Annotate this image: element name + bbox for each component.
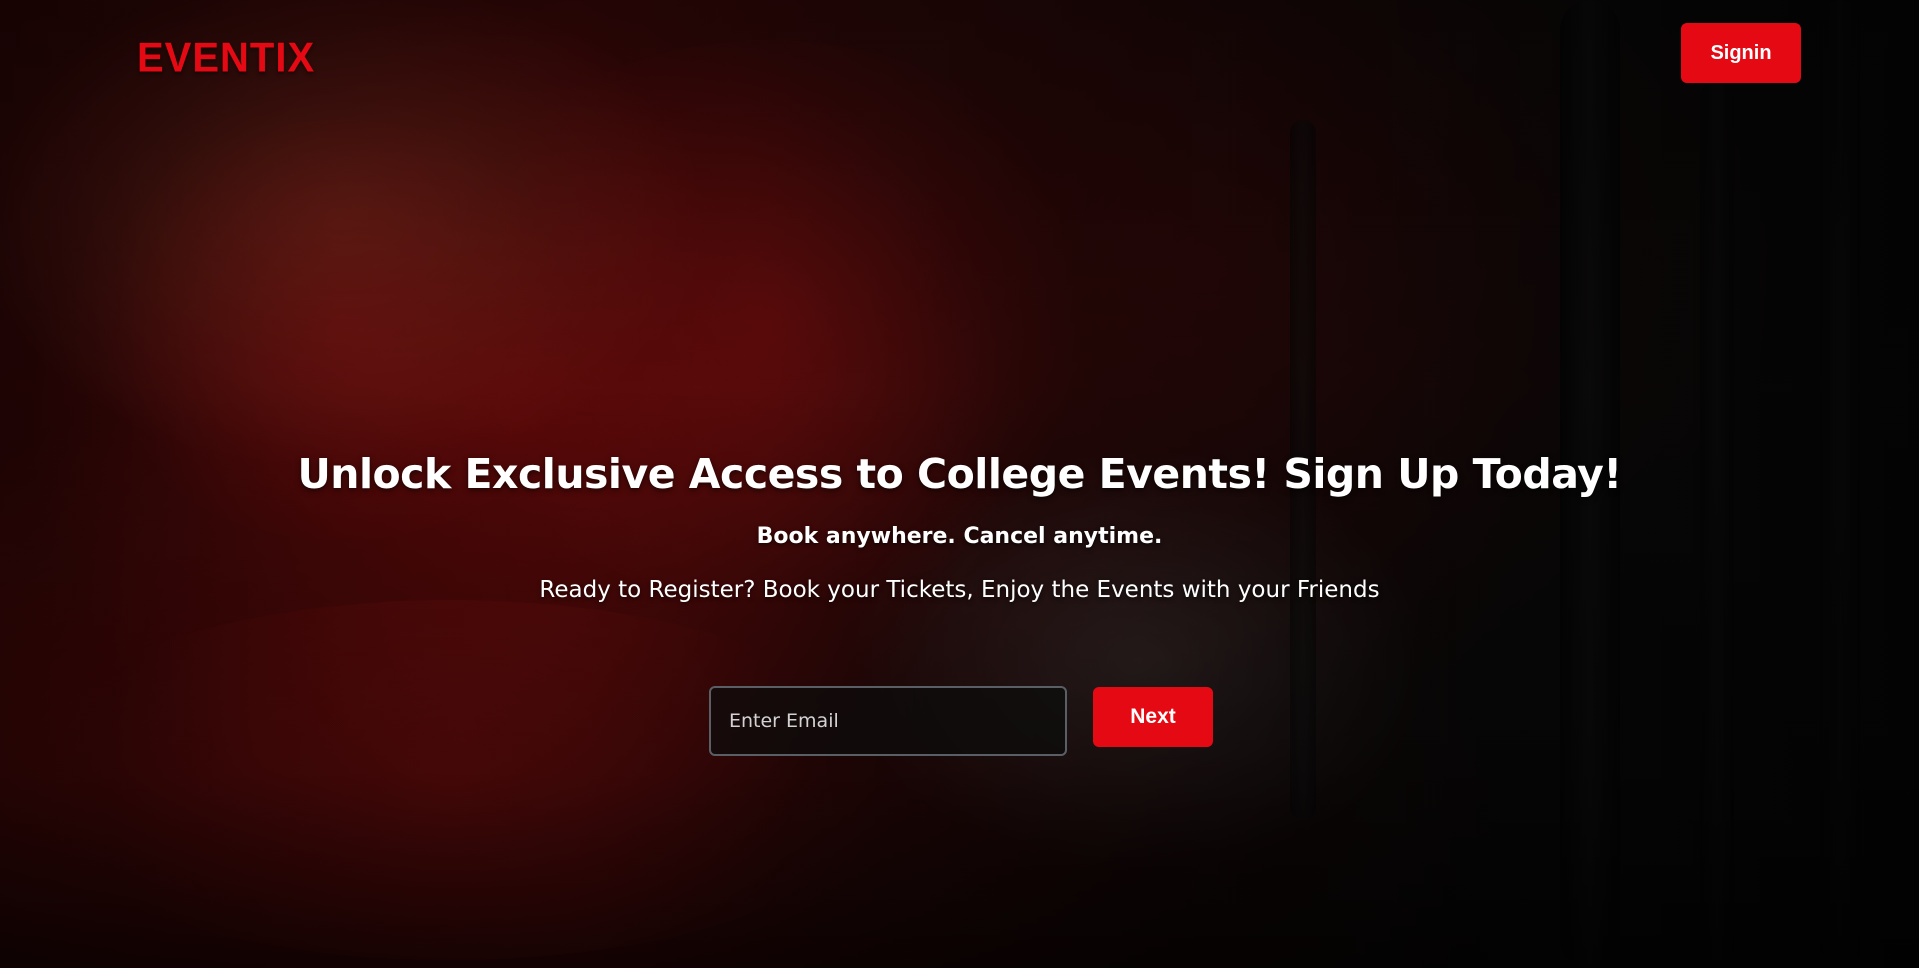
next-button[interactable]: Next bbox=[1093, 687, 1213, 747]
logo[interactable]: EVENTIX bbox=[137, 35, 315, 82]
hero-section: Unlock Exclusive Access to College Event… bbox=[0, 450, 1919, 603]
email-input[interactable] bbox=[709, 686, 1067, 756]
landing-page: EVENTIX Signin Unlock Exclusive Access t… bbox=[0, 0, 1919, 968]
signin-button[interactable]: Signin bbox=[1681, 23, 1801, 83]
hero-title: Unlock Exclusive Access to College Event… bbox=[297, 450, 1622, 498]
hero-tagline: Book anywhere. Cancel anytime. bbox=[756, 524, 1163, 549]
hero-subtitle: Ready to Register? Book your Tickets, En… bbox=[539, 577, 1380, 603]
